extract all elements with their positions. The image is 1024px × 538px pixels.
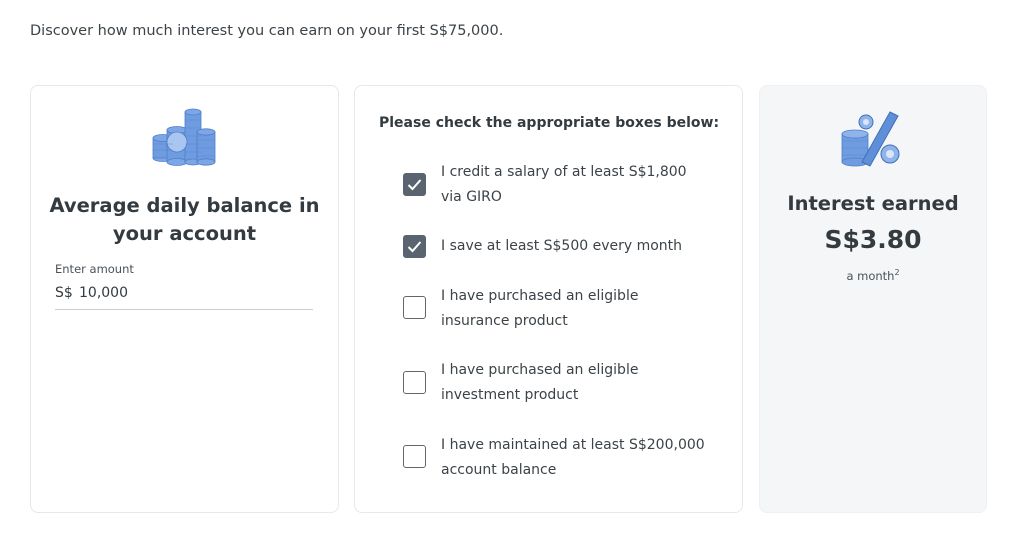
currency-prefix: S$ — [55, 285, 73, 301]
save-checkbox[interactable] — [403, 235, 426, 258]
criteria-label: I credit a salary of at least S$1,800 vi… — [441, 164, 687, 205]
criteria-label: I have purchased an eligible insurance p… — [441, 288, 639, 329]
intro-text: Discover how much interest you can earn … — [30, 23, 504, 39]
criteria-label: I have maintained at least S$200,000 acc… — [441, 437, 705, 478]
coin-stack-icon — [152, 108, 216, 166]
amount-field-label: Enter amount — [55, 262, 134, 276]
criteria-card: Please check the appropriate boxes below… — [354, 85, 743, 513]
criteria-label: I have purchased an eligible investment … — [441, 362, 639, 403]
result-card: Interest earned S$3.80 a month2 — [759, 85, 987, 513]
interest-value: S$3.80 — [824, 225, 922, 254]
salary-checkbox[interactable] — [403, 173, 426, 196]
result-title: Interest earned — [787, 192, 959, 215]
checkmark-icon — [407, 241, 422, 253]
period-text: a month — [846, 268, 895, 283]
percent-coins-icon — [841, 111, 900, 167]
balance-card: Average daily balance in your account En… — [30, 85, 339, 513]
insurance-checkbox[interactable] — [403, 296, 426, 319]
amount-value[interactable]: 10,000 — [79, 285, 128, 301]
criteria-label: I save at least S$500 every month — [441, 238, 683, 254]
investment-checkbox[interactable] — [403, 371, 426, 394]
result-period: a month2 — [760, 268, 986, 283]
checkmark-icon — [407, 179, 422, 191]
footnote-marker[interactable]: 2 — [894, 268, 899, 277]
criteria-heading: Please check the appropriate boxes below… — [379, 115, 720, 131]
balance-checkbox[interactable] — [403, 445, 426, 468]
amount-input[interactable]: S$ 10,000 — [55, 283, 313, 310]
balance-title: Average daily balance in your account — [49, 194, 320, 245]
